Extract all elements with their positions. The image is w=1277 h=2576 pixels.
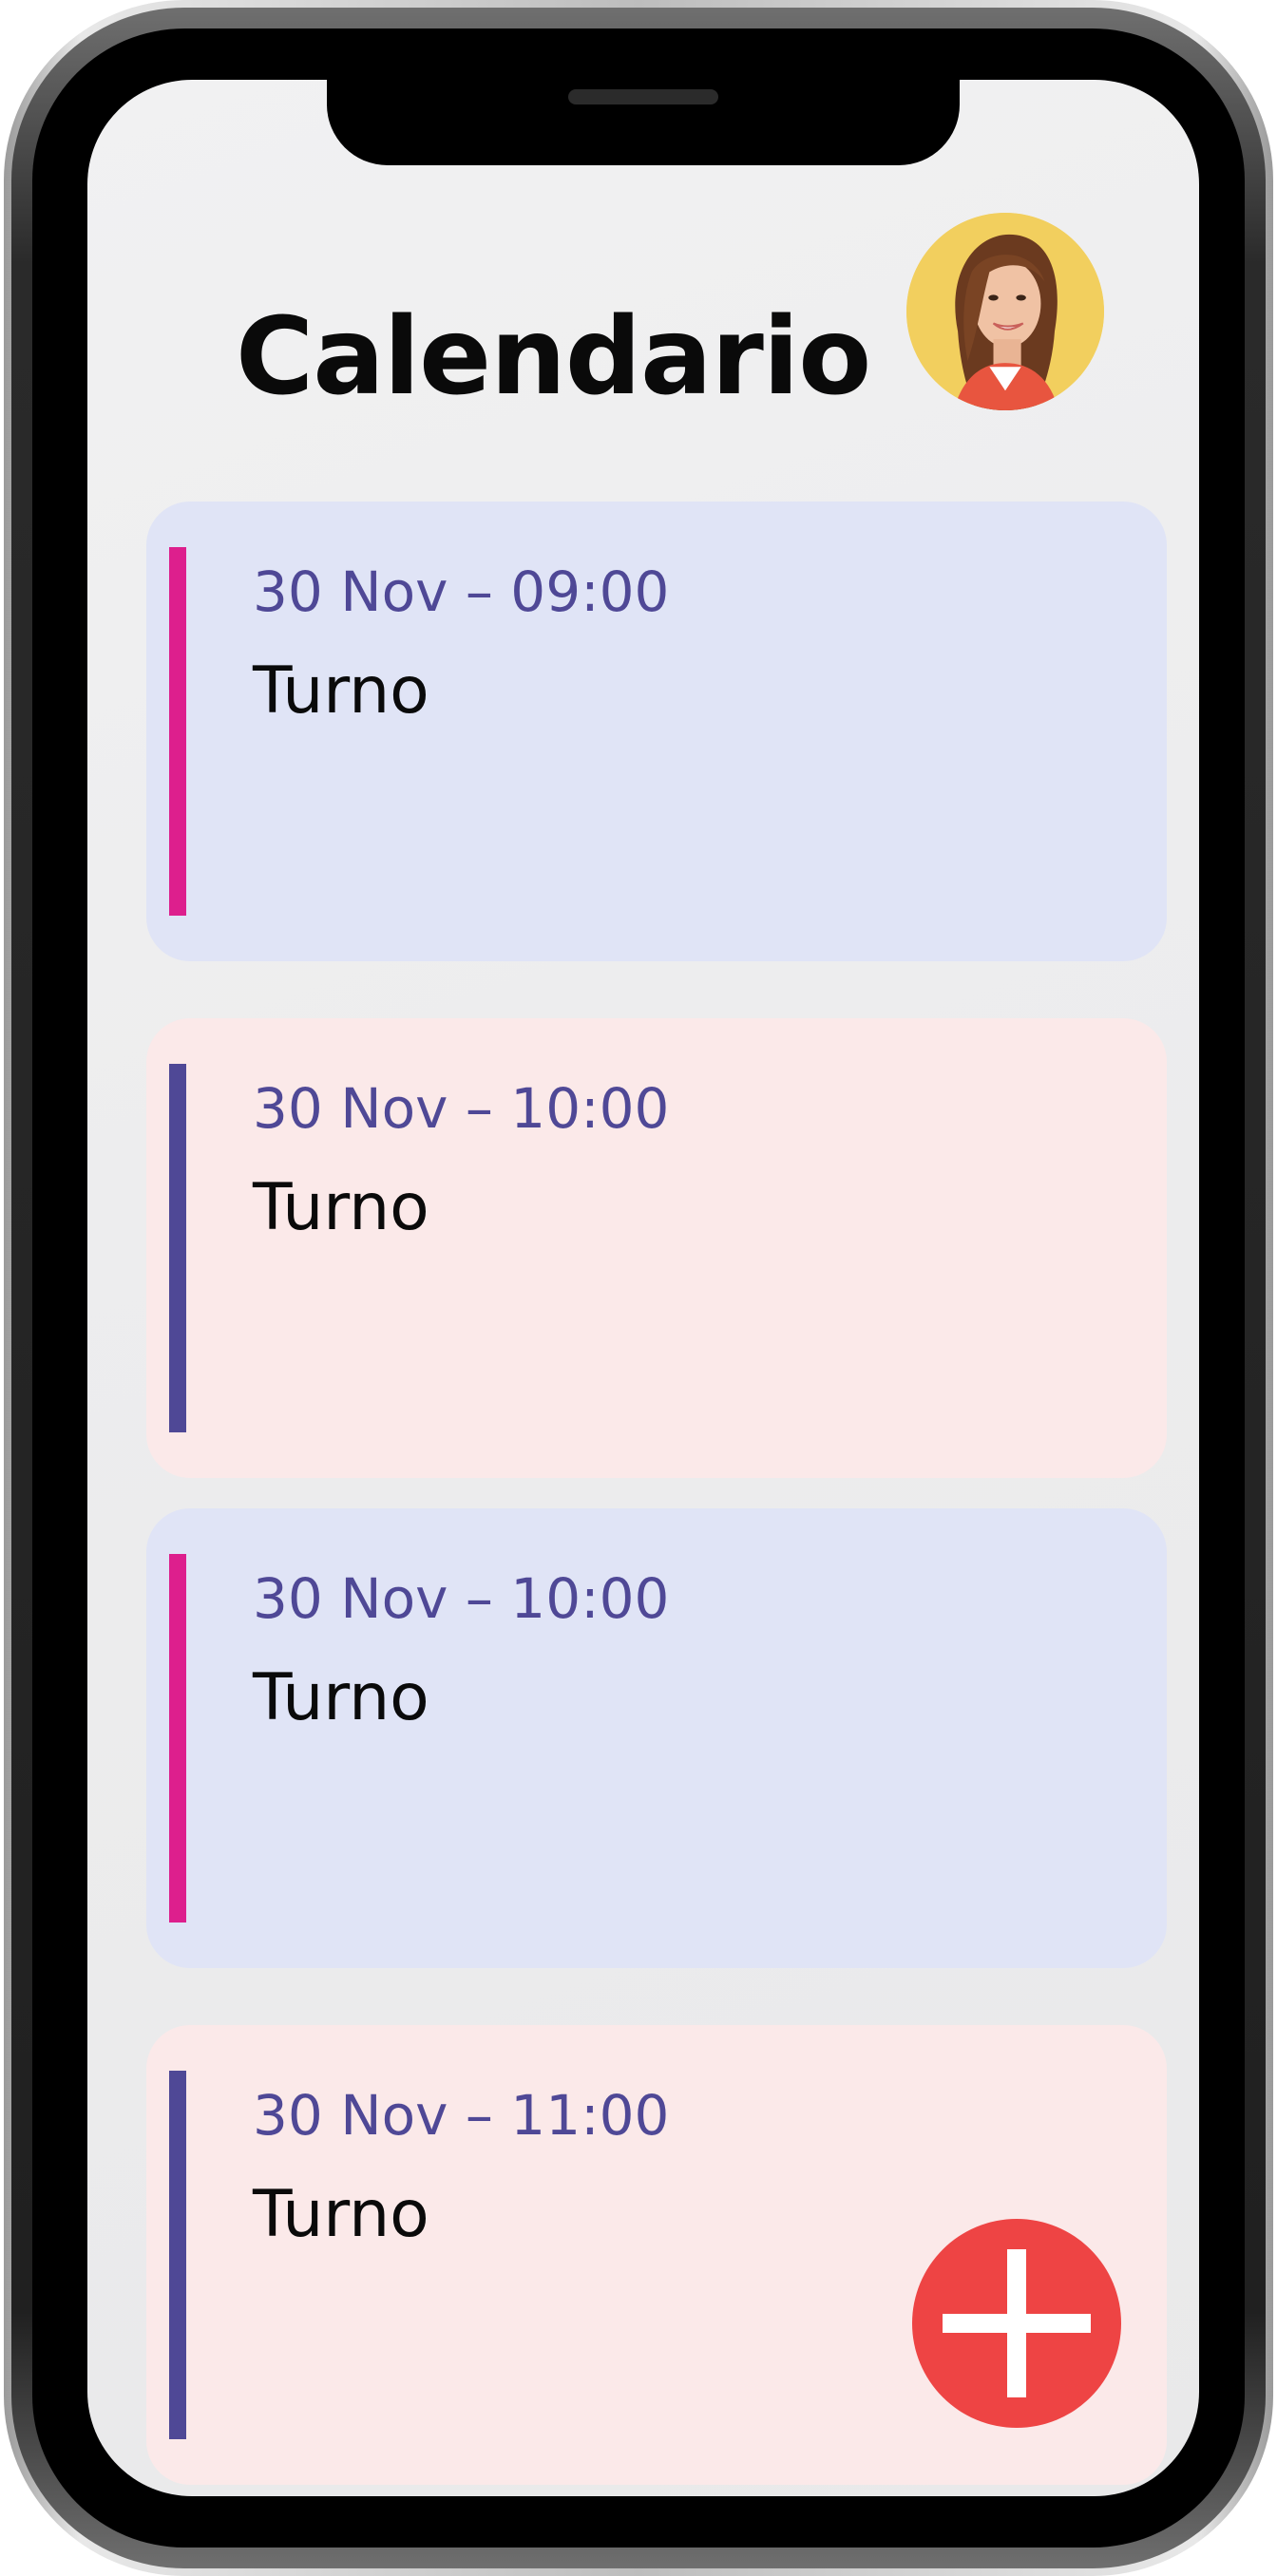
appointment-title: Turno [253, 653, 429, 729]
appointment-datetime: 30 Nov – 09:00 [253, 559, 670, 624]
appointment-card[interactable]: 30 Nov – 10:00 Turno [146, 1018, 1167, 1478]
app-screen: Calendario 30 Nov – 09:00 Turno 30 Nov –… [87, 80, 1199, 2496]
plus-icon-vertical [1007, 2249, 1026, 2397]
appointment-accent-bar [169, 1554, 186, 1923]
speaker-grille [568, 89, 718, 104]
appointment-datetime: 30 Nov – 10:00 [253, 1566, 670, 1631]
appointment-title: Turno [253, 1660, 429, 1735]
device-notch [327, 80, 960, 165]
appointment-accent-bar [169, 1064, 186, 1432]
appointment-card[interactable]: 30 Nov – 09:00 Turno [146, 502, 1167, 961]
user-avatar-icon [906, 213, 1104, 410]
phone-frame: Calendario 30 Nov – 09:00 Turno 30 Nov –… [4, 0, 1273, 2576]
user-avatar[interactable] [906, 213, 1104, 410]
appointment-card[interactable]: 30 Nov – 10:00 Turno [146, 1508, 1167, 1968]
page-title: Calendario [236, 295, 871, 419]
appointment-title: Turno [253, 2177, 429, 2252]
add-appointment-button[interactable] [912, 2219, 1121, 2428]
appointment-accent-bar [169, 2071, 186, 2439]
appointment-datetime: 30 Nov – 10:00 [253, 1076, 670, 1141]
appointment-title: Turno [253, 1170, 429, 1245]
appointment-accent-bar [169, 547, 186, 916]
appointment-datetime: 30 Nov – 11:00 [253, 2083, 670, 2148]
